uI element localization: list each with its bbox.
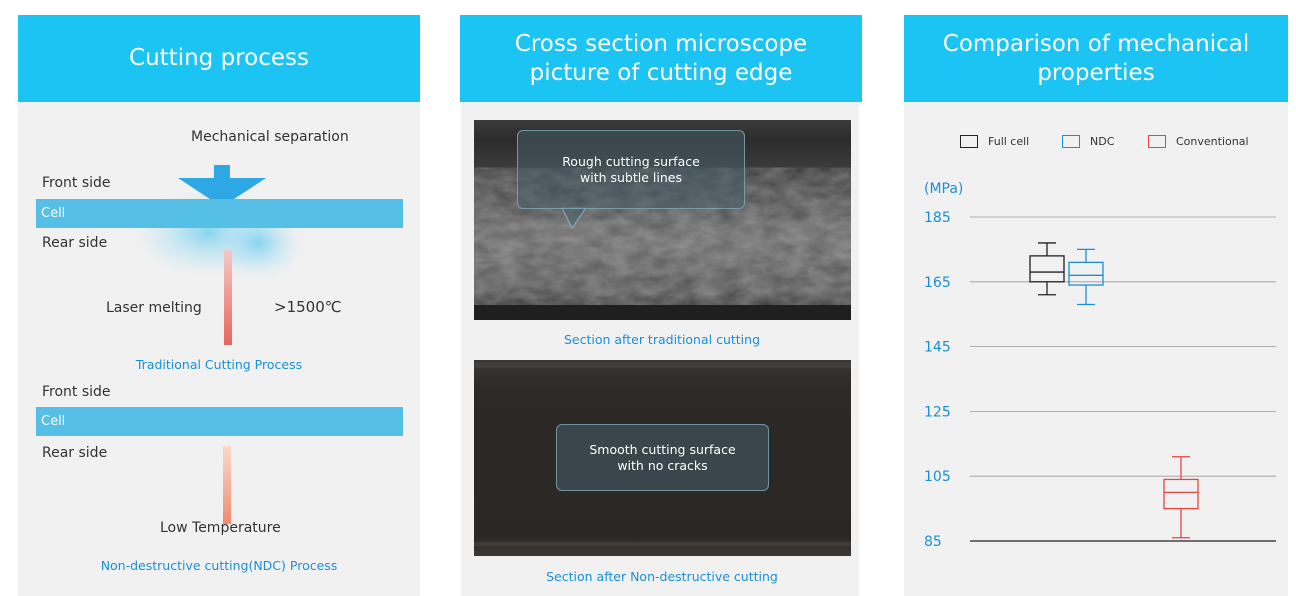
traditional-section-caption: Section after traditional cutting	[563, 332, 761, 347]
y-tick-label-125: 125	[924, 404, 951, 420]
traditional-micrograph: Rough cutting surface with subtle lines	[474, 120, 851, 320]
full-cell-box	[1029, 255, 1065, 283]
ndc-cell-bar: Cell	[36, 407, 403, 436]
ndc-caption: Non-destructive cutting(NDC) Process	[100, 558, 338, 573]
ndc-front-side-label: Front side	[42, 384, 111, 400]
rough-callout-line1: Rough cutting surface	[562, 153, 700, 169]
cutting-process-panel: Cutting process Mechanical separation Fr…	[18, 15, 420, 596]
y-tick-label-145: 145	[924, 340, 951, 356]
trad-cell-bar: Cell	[36, 199, 403, 228]
y-tick-label-185: 185	[924, 210, 951, 226]
microscope-panel: Cross section microscope picture of cutt…	[460, 15, 862, 596]
comparison-panel: Comparison of mechanical properties Full…	[904, 15, 1288, 596]
rough-callout-line2: with subtle lines	[580, 169, 682, 185]
traditional-caption: Traditional Cutting Process	[135, 357, 303, 372]
y-tick-label-85: 85	[924, 534, 942, 550]
laser-melting-label: Laser melting	[106, 300, 202, 316]
conventional-box	[1163, 478, 1199, 510]
ndc-micrograph: Smooth cutting surface with no cracks	[474, 360, 851, 556]
rough-surface-callout: Rough cutting surface with subtle lines	[517, 130, 745, 209]
y-tick-label-105: 105	[924, 469, 951, 485]
microscope-title-line2: picture of cutting edge	[529, 59, 793, 86]
ndc-laser-beam	[223, 446, 231, 524]
microscope-title-line1: Cross section microscope	[514, 30, 808, 57]
smooth-callout-line2: with no cracks	[617, 457, 708, 473]
smooth-callout-line1: Smooth cutting surface	[589, 441, 736, 457]
trad-rear-side-label: Rear side	[42, 235, 108, 251]
laser-beam	[224, 250, 232, 345]
ndc-rear-side-label: Rear side	[42, 445, 108, 461]
smooth-surface-callout: Smooth cutting surface with no cracks	[556, 424, 769, 491]
box-plot-chart: 185 165 145 125 105 85	[924, 210, 1276, 550]
trad-front-side-label: Front side	[42, 175, 111, 191]
high-temp-label: >1500℃	[274, 298, 342, 316]
y-tick-label-165: 165	[924, 275, 951, 291]
microscope-title: Cross section microscope picture of cutt…	[460, 15, 862, 102]
ndc-section-caption: Section after Non-destructive cutting	[546, 569, 778, 584]
mechanical-separation-label: Mechanical separation	[191, 129, 349, 145]
traditional-diagram-graphic	[133, 165, 303, 524]
low-temp-label: Low Temperature	[160, 520, 281, 536]
